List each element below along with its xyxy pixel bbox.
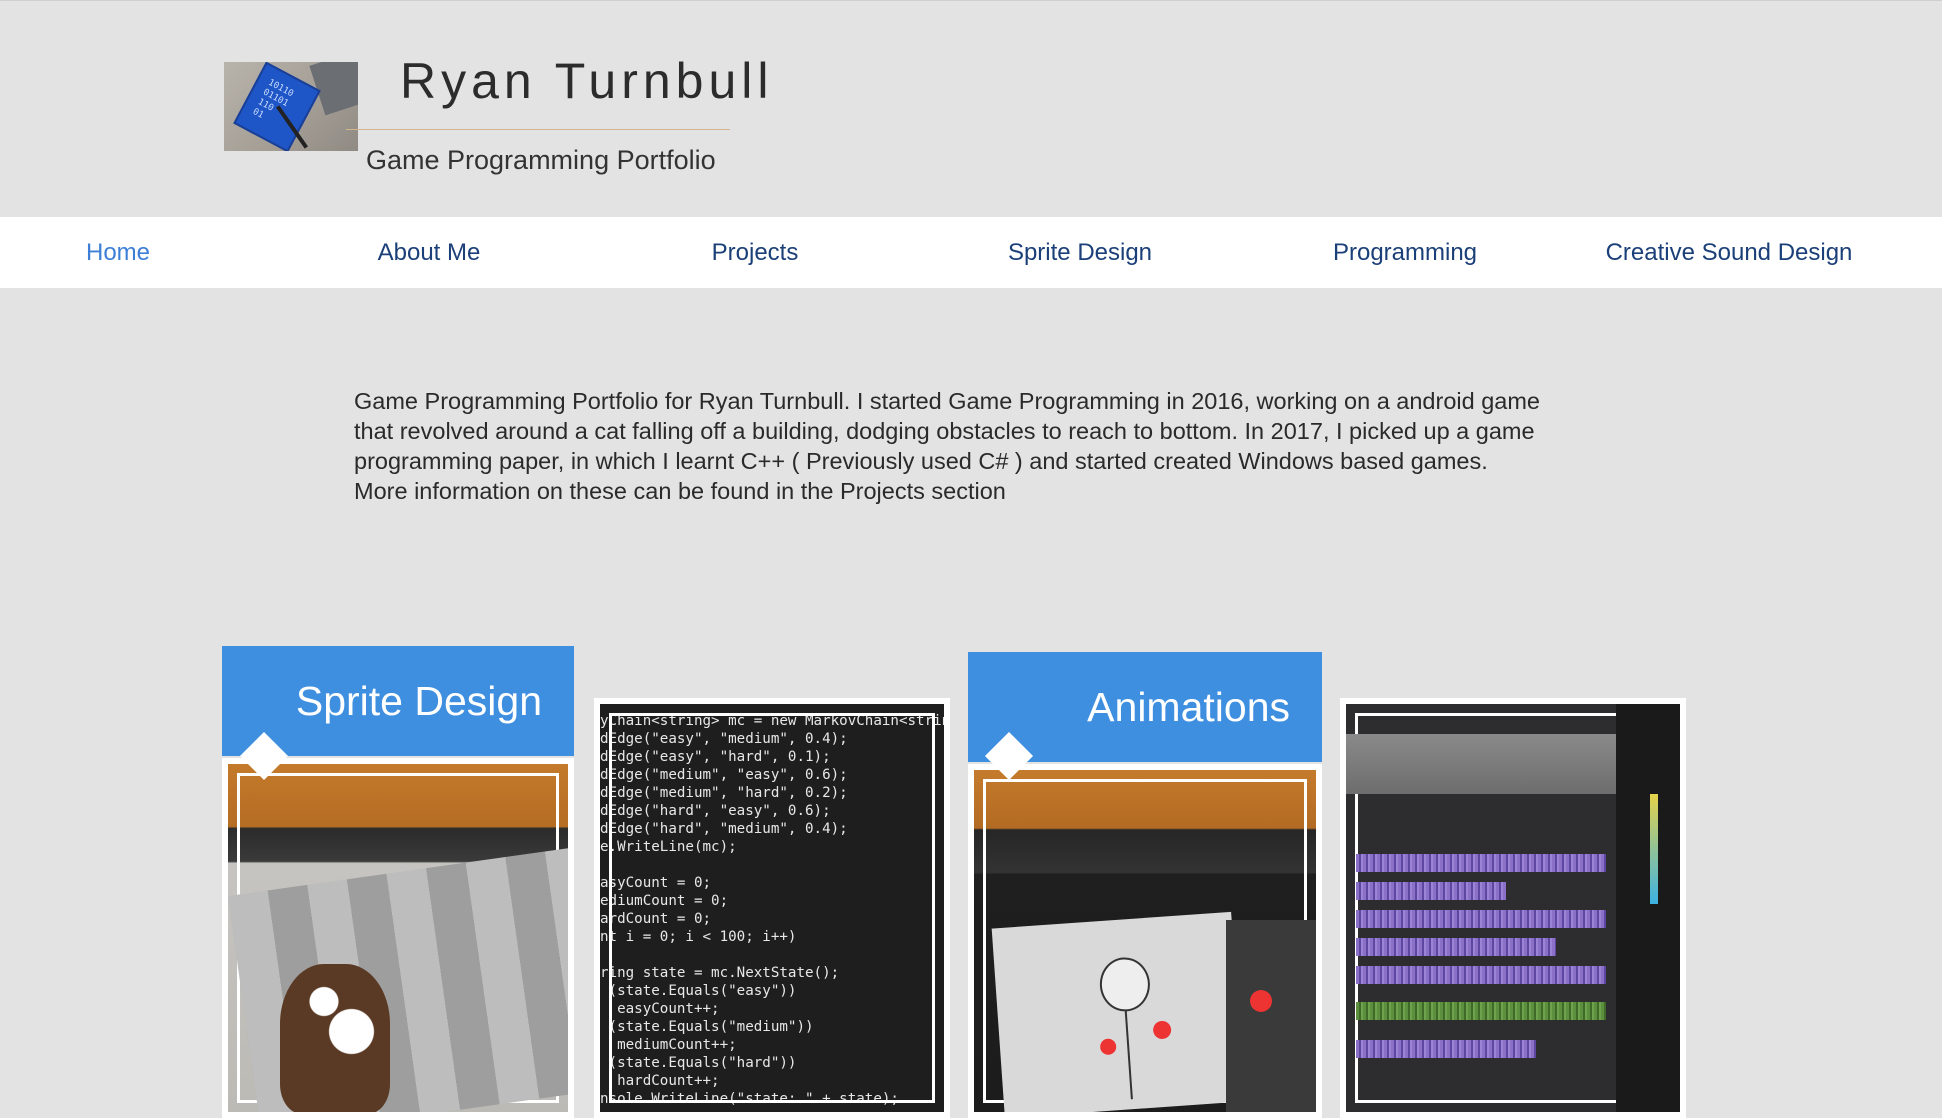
mixer-panel: [1616, 704, 1680, 1112]
main-nav: Home About Me Projects Sprite Design Pro…: [0, 217, 1942, 288]
sound-design-photo-frame[interactable]: [1340, 698, 1686, 1118]
nav-item-home[interactable]: Home: [0, 217, 281, 288]
audio-track: [1356, 882, 1506, 900]
code-line: ediumCount = 0;: [600, 893, 729, 909]
code-line: dEdge("hard", "medium", 0.4);: [600, 821, 848, 837]
sprite-design-card-title: Sprite Design: [295, 677, 542, 724]
code-line: (state.Equals("hard")): [600, 1055, 797, 1071]
pixel-editor-screen: [228, 844, 568, 1112]
code-line: easyCount++;: [600, 1001, 720, 1017]
code-line: dEdge("easy", "medium", 0.4);: [600, 731, 848, 747]
sprite-design-photo-frame[interactable]: [222, 758, 574, 1118]
animation-canvas: [991, 911, 1245, 1112]
code-line: nsole.WriteLine("state: " + state);: [600, 1091, 899, 1107]
nav-item-about-me[interactable]: About Me: [266, 217, 592, 288]
code-line: dEdge("medium", "hard", 0.2);: [600, 785, 848, 801]
boxing-glove-right: [1152, 1020, 1172, 1040]
nav-item-projects[interactable]: Projects: [592, 217, 918, 288]
sprite-design-photo: [228, 764, 568, 1112]
pixel-dog-sprite: [280, 964, 390, 1112]
properties-panel: [1226, 920, 1316, 1112]
code-line: dEdge("hard", "easy", 0.6);: [600, 803, 831, 819]
nav-item-sprite-design[interactable]: Sprite Design: [917, 217, 1243, 288]
nav-item-creative-sound-design[interactable]: Creative Sound Design: [1566, 217, 1892, 288]
site-logo-image[interactable]: 10110 01101 110 01: [224, 62, 358, 151]
sound-design-photo: [1346, 704, 1680, 1112]
animations-card-title: Animations: [1087, 683, 1290, 730]
programming-photo-frame[interactable]: yChain<string> mc = new MarkovChain<stri…: [594, 698, 950, 1118]
audio-track: [1356, 938, 1556, 956]
stick-figure-head: [1098, 955, 1152, 1014]
title-divider: [346, 129, 730, 130]
intro-paragraph: Game Programming Portfolio for Ryan Turn…: [354, 388, 1541, 504]
nav-item-programming[interactable]: Programming: [1242, 217, 1568, 288]
audio-track: [1356, 854, 1606, 872]
code-line: asyCount = 0;: [600, 875, 712, 891]
code-line: yChain<string> mc = new MarkovChain<stri…: [600, 713, 944, 729]
level-meter: [1650, 794, 1658, 904]
top-border: [0, 0, 1942, 1]
audio-track: [1356, 910, 1606, 928]
animations-photo-frame[interactable]: [968, 764, 1322, 1118]
code-snippet: yChain<string> mc = new MarkovChain<stri…: [600, 704, 944, 1108]
code-line: (state.Equals("medium")): [600, 1019, 814, 1035]
code-line: nt i = 0; i < 100; i++): [600, 929, 797, 945]
code-line: ring state = mc.NextState();: [600, 965, 840, 981]
code-line: (state.Equals("easy")): [600, 983, 797, 999]
animations-photo: [974, 770, 1316, 1112]
boxing-glove-left: [1099, 1038, 1117, 1056]
stick-figure-body: [1124, 1009, 1133, 1100]
code-line: mediumCount++;: [600, 1037, 737, 1053]
sprite-design-card-banner[interactable]: Sprite Design: [222, 646, 574, 756]
audio-track: [1356, 966, 1606, 984]
code-line: hardCount++;: [600, 1073, 720, 1089]
code-line: dEdge("easy", "hard", 0.1);: [600, 749, 831, 765]
audio-track: [1356, 1002, 1606, 1020]
site-title[interactable]: Ryan Turnbull: [400, 52, 774, 110]
site-subtitle: Game Programming Portfolio: [366, 145, 716, 175]
code-line: e.WriteLine(mc);: [600, 839, 737, 855]
programming-photo: yChain<string> mc = new MarkovChain<stri…: [600, 704, 944, 1112]
panel-glove-icon: [1250, 990, 1272, 1012]
code-line: dEdge("medium", "easy", 0.6);: [600, 767, 848, 783]
code-line: ardCount = 0;: [600, 911, 712, 927]
audio-track: [1356, 1040, 1536, 1058]
